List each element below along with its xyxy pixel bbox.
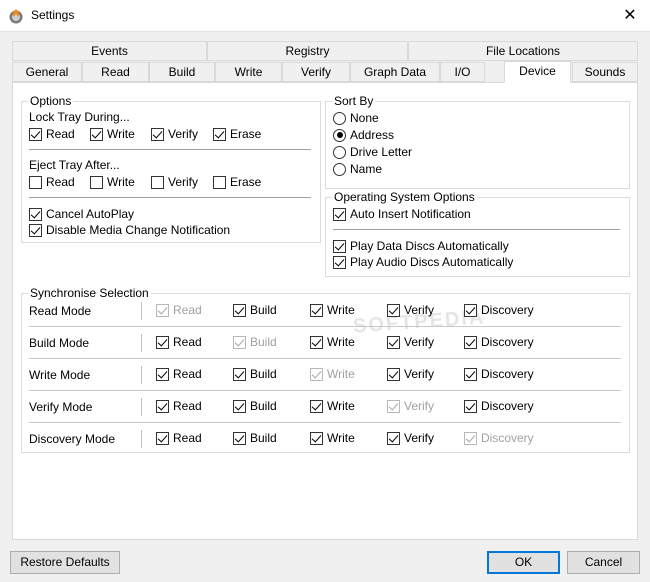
sync-read-mode-read-checkbox: Read	[156, 302, 202, 318]
app-flame-icon	[9, 9, 23, 24]
sync-verify-mode-write-checkbox[interactable]: Write	[310, 398, 355, 414]
sync-row-label: Discovery Mode	[29, 432, 116, 446]
play-audio-discs-checkbox[interactable]: Play Audio Discs Automatically	[333, 254, 513, 270]
tab-i-o[interactable]: I/O	[440, 62, 485, 82]
sync-read-mode-verify-checkbox[interactable]: Verify	[387, 302, 434, 318]
tab-registry[interactable]: Registry	[207, 41, 408, 61]
cancel-autoplay-checkbox[interactable]: Cancel AutoPlay	[29, 206, 134, 222]
sync-row-divider	[141, 430, 142, 448]
title-bar: Settings ✕	[0, 0, 650, 32]
sync-verify-mode-discovery-checkbox[interactable]: Discovery	[464, 398, 534, 414]
os-options-title: Operating System Options	[332, 190, 477, 204]
options-group-title: Options	[28, 94, 74, 108]
sync-row-divider	[141, 398, 142, 416]
sync-row-label: Build Mode	[29, 336, 90, 350]
lock-tray-erase-checkbox[interactable]: Erase	[213, 126, 261, 142]
sync-build-mode-read-checkbox[interactable]: Read	[156, 334, 202, 350]
sync-row-label: Read Mode	[29, 304, 92, 318]
sync-row-separator	[29, 390, 621, 391]
sort-by-none-radio[interactable]: None	[333, 110, 379, 126]
os-options-divider	[333, 229, 620, 230]
eject-tray-read-checkbox[interactable]: Read	[29, 174, 75, 190]
tab-write[interactable]: Write	[215, 62, 282, 82]
sort-by-title: Sort By	[332, 94, 376, 108]
sync-write-mode-verify-checkbox[interactable]: Verify	[387, 366, 434, 382]
auto-insert-notification-checkbox[interactable]: Auto Insert Notification	[333, 206, 471, 222]
sync-write-mode-read-checkbox[interactable]: Read	[156, 366, 202, 382]
ok-button[interactable]: OK	[487, 551, 560, 574]
lock-tray-read-checkbox[interactable]: Read	[29, 126, 75, 142]
sort-by-address-radio[interactable]: Address	[333, 127, 394, 143]
tab-sounds[interactable]: Sounds	[572, 62, 638, 82]
sync-discovery-mode-discovery-checkbox: Discovery	[464, 430, 534, 446]
sync-read-mode-write-checkbox[interactable]: Write	[310, 302, 355, 318]
eject-tray-label: Eject Tray After...	[29, 158, 120, 172]
sync-row-divider	[141, 302, 142, 320]
sync-write-mode-build-checkbox[interactable]: Build	[233, 366, 277, 382]
options-divider	[29, 197, 311, 198]
sort-by-drive-letter-radio[interactable]: Drive Letter	[333, 144, 412, 160]
play-data-discs-checkbox[interactable]: Play Data Discs Automatically	[333, 238, 509, 254]
restore-defaults-button[interactable]: Restore Defaults	[10, 551, 120, 574]
sync-discovery-mode-read-checkbox[interactable]: Read	[156, 430, 202, 446]
sync-row-separator	[29, 422, 621, 423]
tab-verify[interactable]: Verify	[282, 62, 350, 82]
window-title: Settings	[31, 8, 75, 22]
sync-verify-mode-read-checkbox[interactable]: Read	[156, 398, 202, 414]
sync-row-label: Verify Mode	[29, 400, 93, 414]
sync-discovery-mode-verify-checkbox[interactable]: Verify	[387, 430, 434, 446]
sync-discovery-mode-write-checkbox[interactable]: Write	[310, 430, 355, 446]
tab-read[interactable]: Read	[82, 62, 149, 82]
lock-tray-verify-checkbox[interactable]: Verify	[151, 126, 198, 142]
eject-tray-write-checkbox[interactable]: Write	[90, 174, 135, 190]
sync-build-mode-write-checkbox[interactable]: Write	[310, 334, 355, 350]
tab-general[interactable]: General	[12, 62, 82, 82]
sort-by-name-radio[interactable]: Name	[333, 161, 382, 177]
sync-verify-mode-build-checkbox[interactable]: Build	[233, 398, 277, 414]
sync-build-mode-verify-checkbox[interactable]: Verify	[387, 334, 434, 350]
lock-tray-write-checkbox[interactable]: Write	[90, 126, 135, 142]
synchronise-title: Synchronise Selection	[28, 286, 151, 300]
tab-events[interactable]: Events	[12, 41, 207, 61]
sync-discovery-mode-build-checkbox[interactable]: Build	[233, 430, 277, 446]
tab-file-locations[interactable]: File Locations	[408, 41, 638, 61]
tab-graph-data[interactable]: Graph Data	[350, 62, 440, 82]
eject-tray-verify-checkbox[interactable]: Verify	[151, 174, 198, 190]
sync-build-mode-discovery-checkbox[interactable]: Discovery	[464, 334, 534, 350]
cancel-button[interactable]: Cancel	[567, 551, 640, 574]
sync-write-mode-discovery-checkbox[interactable]: Discovery	[464, 366, 534, 382]
sync-read-mode-build-checkbox[interactable]: Build	[233, 302, 277, 318]
lock-tray-label: Lock Tray During...	[29, 110, 130, 124]
sync-row-label: Write Mode	[29, 368, 91, 382]
disable-media-change-checkbox[interactable]: Disable Media Change Notification	[29, 222, 230, 238]
sync-row-separator	[29, 358, 621, 359]
sync-row-divider	[141, 334, 142, 352]
sync-write-mode-write-checkbox: Write	[310, 366, 355, 382]
sync-verify-mode-verify-checkbox: Verify	[387, 398, 434, 414]
sync-row-separator	[29, 326, 621, 327]
sync-build-mode-build-checkbox: Build	[233, 334, 277, 350]
tab-build[interactable]: Build	[149, 62, 215, 82]
tab-device[interactable]: Device	[504, 61, 571, 83]
close-icon[interactable]: ✕	[616, 2, 644, 30]
sync-read-mode-discovery-checkbox[interactable]: Discovery	[464, 302, 534, 318]
device-tab-page: Options Lock Tray During... Eject Tray A…	[12, 82, 638, 540]
sync-row-divider	[141, 366, 142, 384]
options-divider	[29, 149, 311, 150]
eject-tray-erase-checkbox[interactable]: Erase	[213, 174, 261, 190]
